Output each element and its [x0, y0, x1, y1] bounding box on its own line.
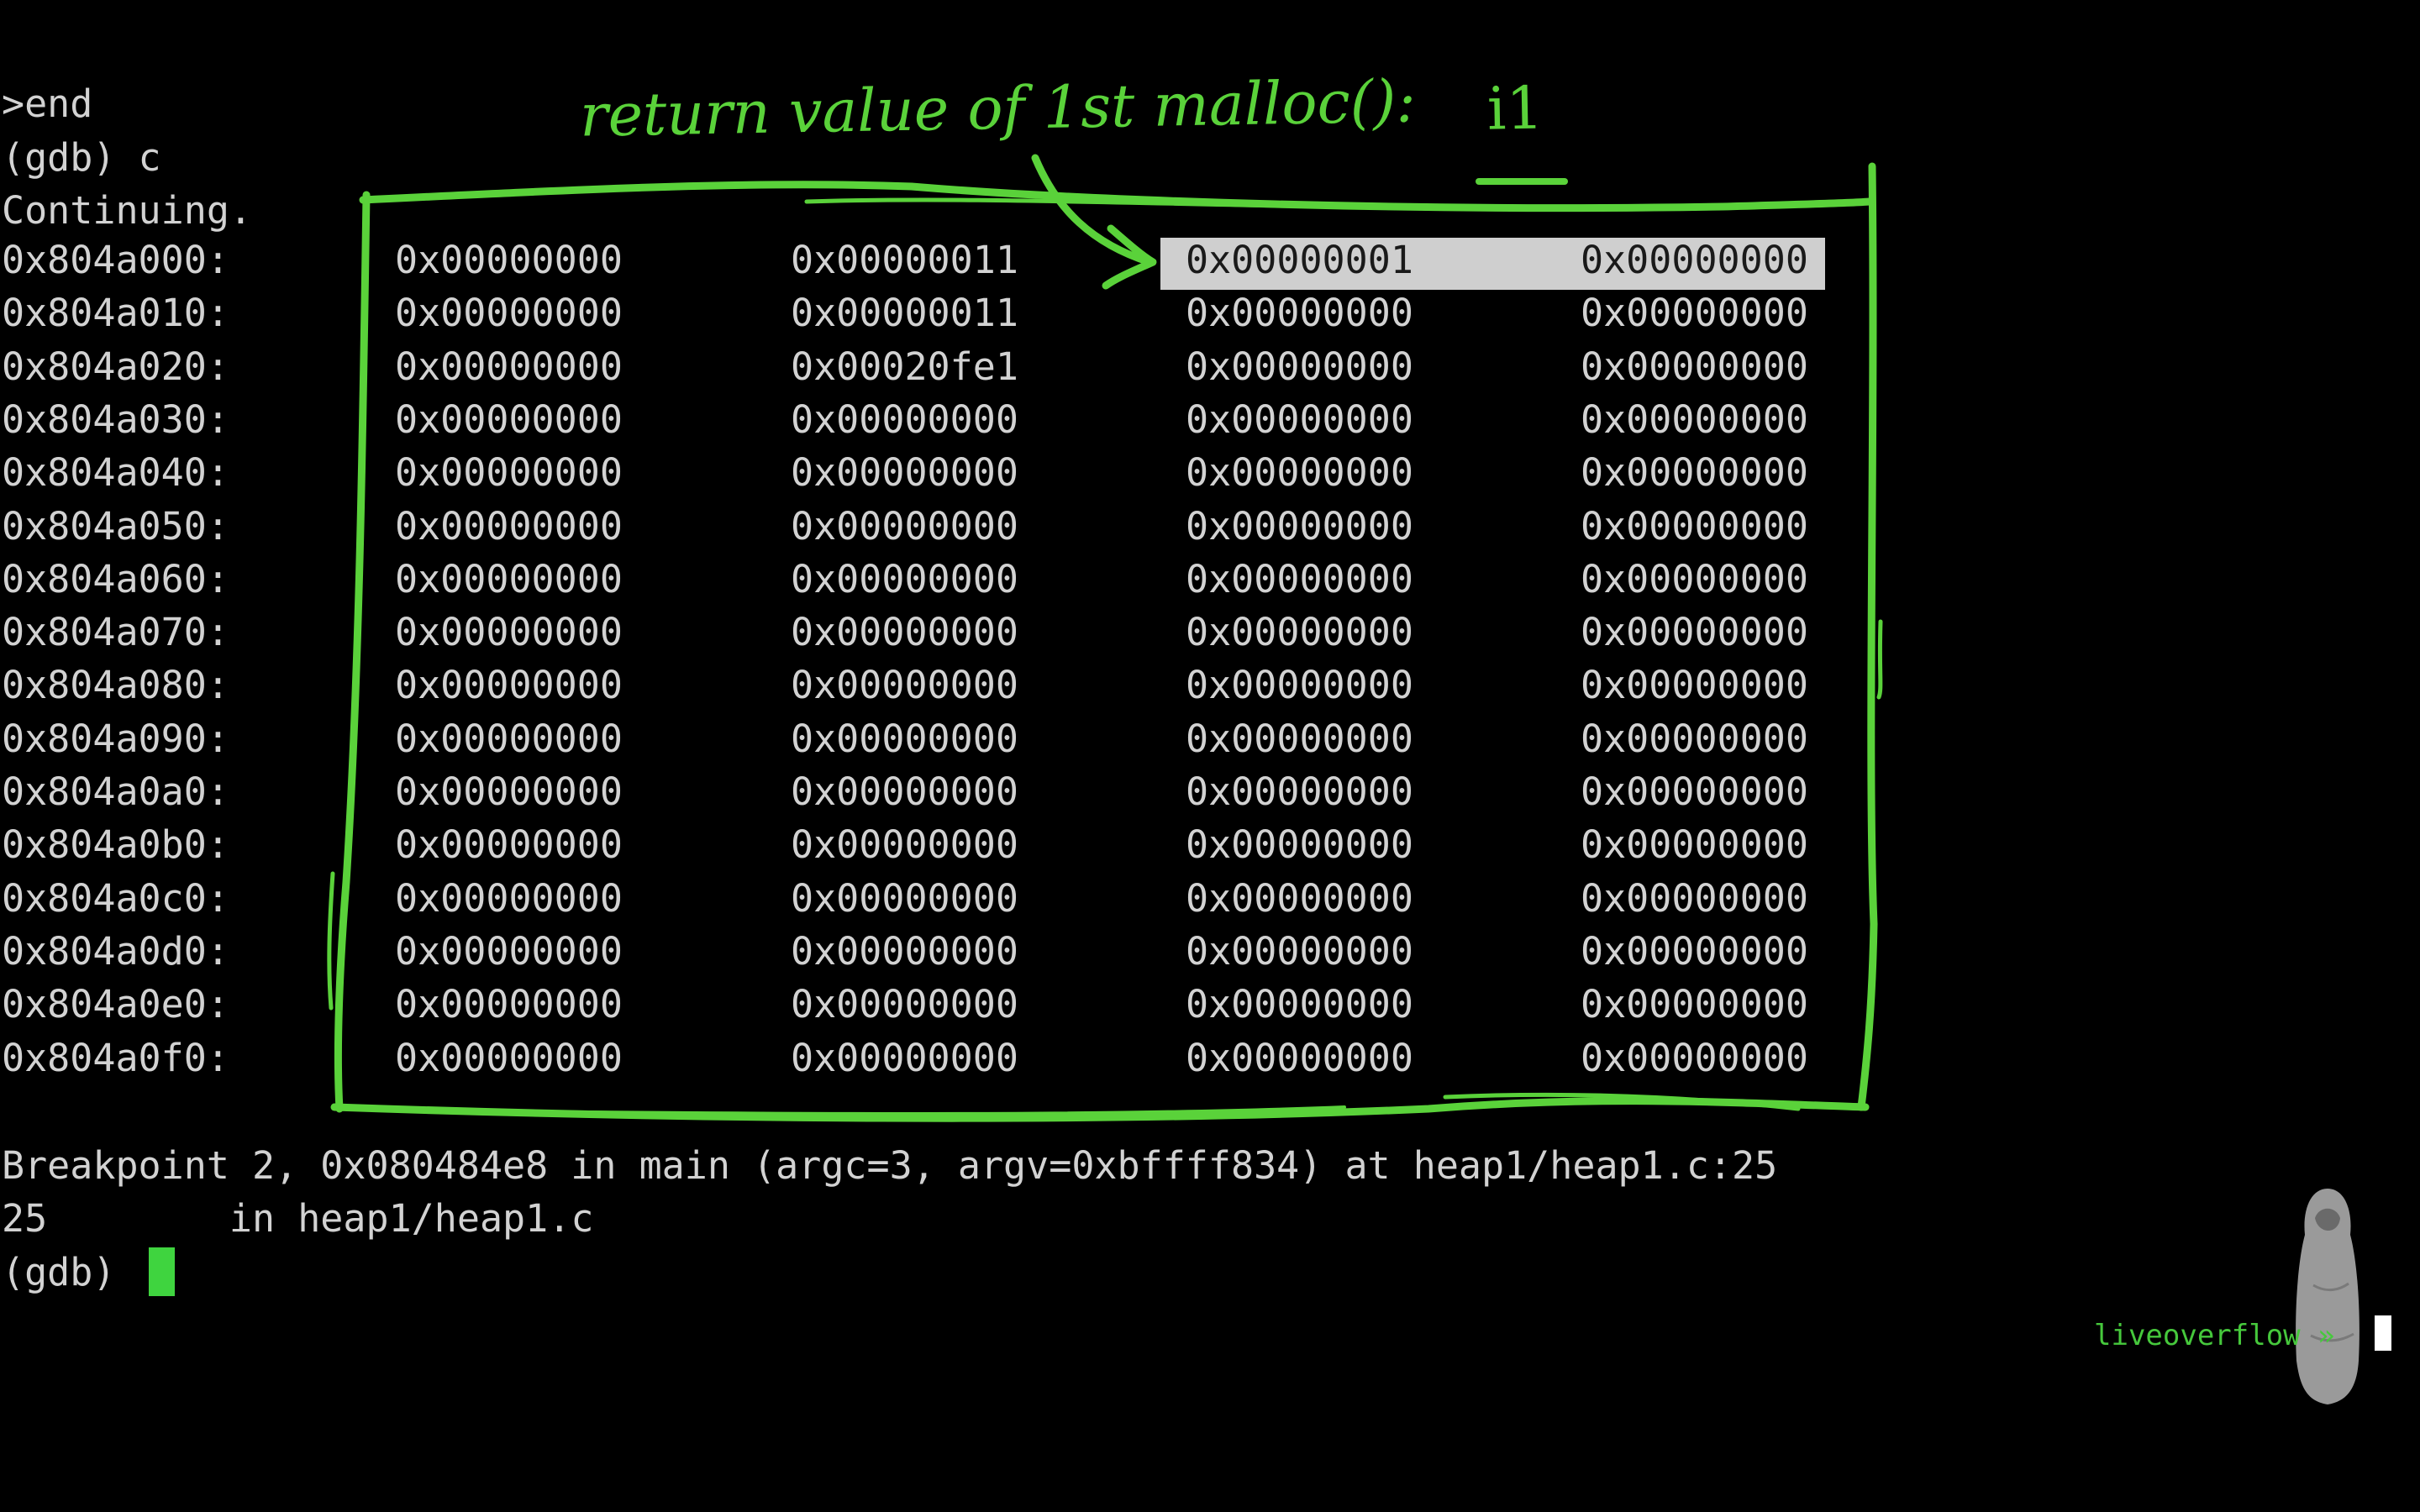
annotation-drawing	[327, 154, 1883, 1122]
annotation-variable: i1	[1486, 73, 1544, 144]
brand-prompt-cursor	[2375, 1315, 2391, 1351]
hoodie-mascot-icon	[2296, 1189, 2360, 1404]
annotation-label: return value of 1st malloc():	[579, 66, 1417, 150]
annotation-underline	[1476, 178, 1568, 185]
channel-name: liveoverflow »	[2094, 1319, 2335, 1352]
